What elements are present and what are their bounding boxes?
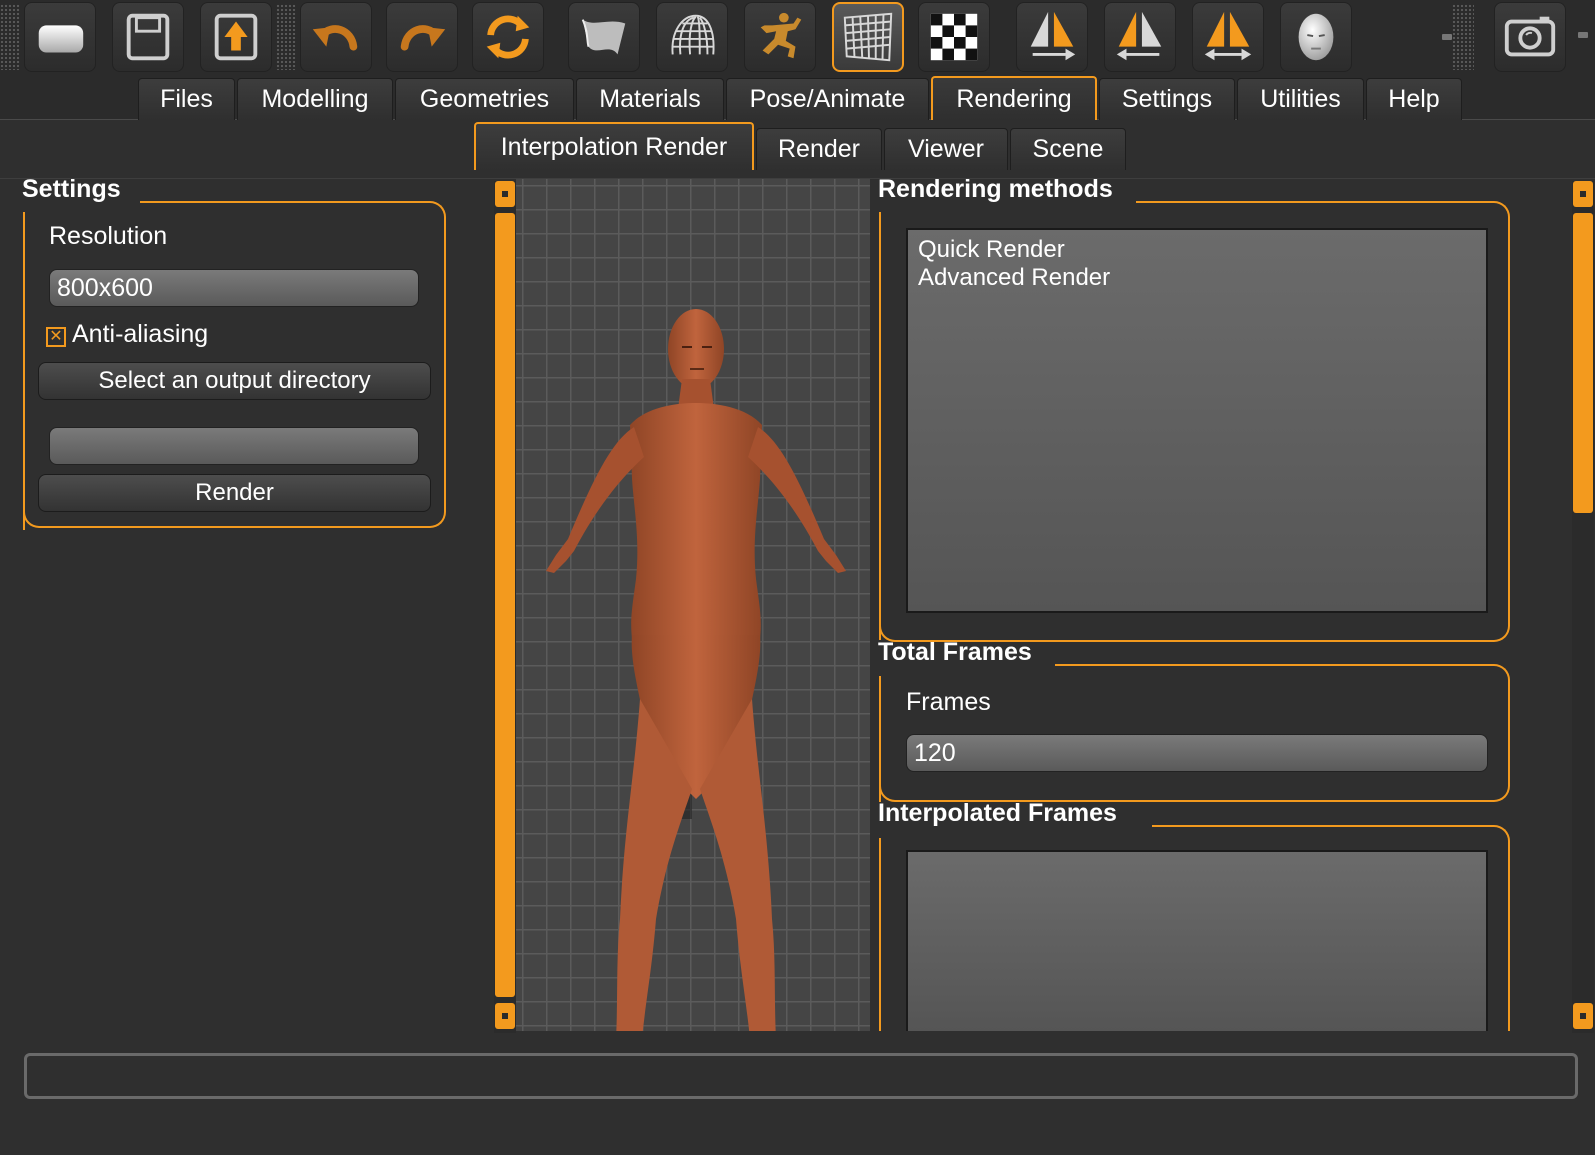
interpolated-frames-title: Interpolated Frames <box>878 799 1117 827</box>
subtab-viewer[interactable]: Viewer <box>884 128 1008 170</box>
toolbar-grip[interactable] <box>276 4 296 70</box>
group-border <box>879 838 881 1031</box>
symmetry-right-icon <box>1030 11 1076 61</box>
wireframe-icon <box>671 14 715 55</box>
scroll-thumb[interactable] <box>1573 213 1593 513</box>
smooth-icon <box>581 19 626 55</box>
antialiasing-checkbox[interactable]: ✕ <box>46 327 66 347</box>
group-border <box>1508 843 1510 1031</box>
tab-utilities[interactable]: Utilities <box>1237 78 1364 120</box>
tab-files[interactable]: Files <box>138 78 235 120</box>
toolbar-grip[interactable] <box>1452 4 1474 70</box>
toolbar <box>0 0 1595 76</box>
left-panel-scrollbar[interactable] <box>494 181 516 1033</box>
render-button[interactable]: Render <box>38 474 431 512</box>
blank-icon <box>38 25 84 53</box>
group-border <box>1474 825 1510 843</box>
front-view-button[interactable] <box>1280 2 1352 72</box>
group-border <box>140 201 428 203</box>
subtab-interpolation-render[interactable]: Interpolation Render <box>474 122 754 170</box>
sub-tab-bar: Interpolation Render Render Viewer Scene <box>0 121 1595 179</box>
group-border <box>1152 825 1492 827</box>
export-button[interactable] <box>200 2 272 72</box>
frames-input[interactable]: 120 <box>906 734 1488 772</box>
grid-button[interactable] <box>832 2 904 72</box>
undo-icon <box>312 25 358 51</box>
scroll-down-arrow-icon[interactable] <box>1573 1003 1593 1029</box>
symmetry-left-button[interactable] <box>1104 2 1176 72</box>
toolbar-extension-icon[interactable] <box>1442 34 1452 40</box>
list-item[interactable]: Advanced Render <box>908 264 1486 292</box>
scroll-up-arrow-icon[interactable] <box>495 181 515 207</box>
group-border <box>1136 201 1492 203</box>
subtab-render[interactable]: Render <box>756 128 882 170</box>
group-border <box>1055 664 1492 666</box>
symmetry-button[interactable] <box>1192 2 1264 72</box>
resolution-input[interactable]: 800x600 <box>49 269 419 307</box>
group-border <box>1474 664 1510 682</box>
toolbar-grip[interactable] <box>0 4 20 70</box>
frames-label: Frames <box>906 688 991 716</box>
subtab-scene[interactable]: Scene <box>1010 128 1126 170</box>
background-button[interactable] <box>918 2 990 72</box>
screenshot-button[interactable] <box>1494 2 1566 72</box>
resolution-label: Resolution <box>49 222 168 250</box>
rendering-methods-list[interactable]: Quick Render Advanced Render <box>906 228 1488 613</box>
screenshot-icon <box>1504 16 1556 57</box>
right-panel-scrollbar[interactable] <box>1572 181 1594 1033</box>
reset-icon <box>486 15 530 59</box>
blank-button[interactable] <box>24 2 96 72</box>
wireframe-button[interactable] <box>656 2 728 72</box>
save-button[interactable] <box>112 2 184 72</box>
status-bar <box>24 1053 1578 1099</box>
export-icon <box>214 13 258 61</box>
redo-button[interactable] <box>386 2 458 72</box>
3d-viewport[interactable] <box>516 179 870 1031</box>
redo-icon <box>400 25 446 51</box>
tab-settings[interactable]: Settings <box>1099 78 1235 120</box>
tab-modelling[interactable]: Modelling <box>237 78 393 120</box>
scroll-thumb[interactable] <box>495 213 515 997</box>
symmetry-right-button[interactable] <box>1016 2 1088 72</box>
background-icon <box>930 13 978 61</box>
front-view-icon <box>1298 13 1334 61</box>
save-icon <box>126 13 170 61</box>
symmetry-icon <box>1204 11 1252 61</box>
grid-icon <box>843 12 893 62</box>
select-output-directory-button[interactable]: Select an output directory <box>38 362 431 400</box>
settings-group-title: Settings <box>22 175 121 203</box>
pose-icon <box>760 12 802 59</box>
pose-button[interactable] <box>744 2 816 72</box>
tab-materials[interactable]: Materials <box>576 78 724 120</box>
scroll-up-arrow-icon[interactable] <box>1573 181 1593 207</box>
group-border <box>410 201 446 219</box>
scroll-down-arrow-icon[interactable] <box>495 1003 515 1029</box>
tab-help[interactable]: Help <box>1366 78 1462 120</box>
output-directory-input[interactable] <box>49 427 419 465</box>
group-border <box>1474 201 1510 219</box>
toolbar-extension-icon[interactable] <box>1578 32 1588 38</box>
symmetry-left-icon <box>1116 11 1162 61</box>
list-item[interactable]: Quick Render <box>908 236 1486 264</box>
interpolated-frames-list[interactable] <box>906 850 1488 1031</box>
reset-button[interactable] <box>472 2 544 72</box>
total-frames-title: Total Frames <box>878 638 1032 666</box>
tab-pose-animate[interactable]: Pose/Animate <box>726 78 929 120</box>
undo-button[interactable] <box>300 2 372 72</box>
main-tab-bar: Files Modelling Geometries Materials Pos… <box>0 76 1595 120</box>
human-model <box>546 309 846 1031</box>
smooth-button[interactable] <box>568 2 640 72</box>
antialiasing-label: Anti-aliasing <box>72 320 209 348</box>
rendering-methods-title: Rendering methods <box>878 175 1113 203</box>
tab-geometries[interactable]: Geometries <box>395 78 574 120</box>
tab-rendering[interactable]: Rendering <box>931 76 1097 120</box>
